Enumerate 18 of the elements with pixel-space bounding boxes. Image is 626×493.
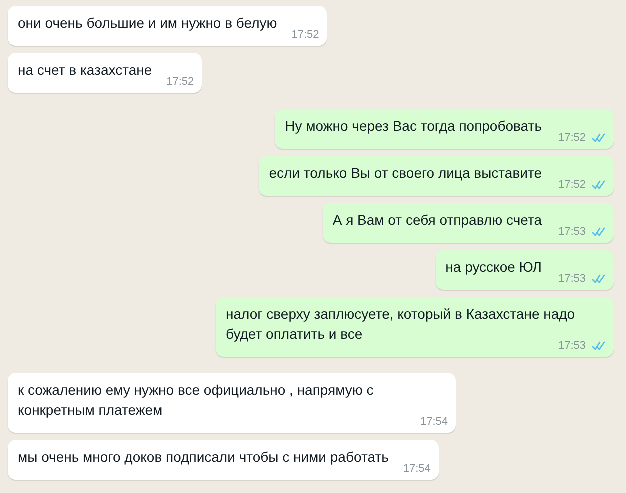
message-time: 17:53 bbox=[558, 339, 586, 353]
message-text: мы очень много доков подписали чтобы с ними работать bbox=[18, 449, 389, 465]
message-text: налог сверху заплюсуете, который в Казахстане надо будет оплатить и все bbox=[226, 306, 576, 342]
message-text: они очень большие и им нужно в белую bbox=[18, 15, 278, 31]
message-time: 17:52 bbox=[292, 28, 320, 42]
message-text: на русское ЮЛ bbox=[446, 259, 542, 275]
message-time: 17:52 bbox=[166, 75, 194, 89]
message-text: если только Вы от своего лица выставите bbox=[269, 165, 542, 181]
message-text: к сожалению ему нужно все официально , напрямую с конкретным платежем bbox=[18, 382, 374, 418]
message-time: 17:52 bbox=[558, 131, 586, 145]
message-text: А я Вам от себя отправлю счета bbox=[332, 212, 542, 228]
message-time: 17:53 bbox=[558, 272, 586, 286]
message-time: 17:52 bbox=[558, 178, 586, 192]
message-text: Ну можно через Вас тогда попробовать bbox=[285, 118, 542, 134]
message-time: 17:54 bbox=[420, 415, 448, 429]
message-text: на счет в казахстане bbox=[18, 62, 152, 78]
message-time: 17:53 bbox=[558, 225, 586, 239]
message-time: 17:54 bbox=[403, 462, 431, 476]
